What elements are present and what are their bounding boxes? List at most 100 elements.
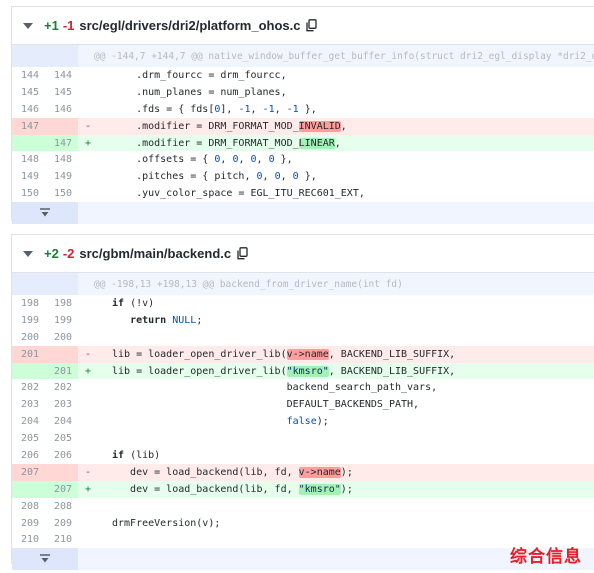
old-line-number[interactable]: 148 <box>12 151 45 168</box>
hunk-text: @@ -198,13 +198,13 @@ backend_from_drive… <box>94 278 403 290</box>
code-token: .num_planes = num_planes, <box>112 86 287 98</box>
file-header: +1 -1 src/egl/drivers/dri2/platform_ohos… <box>12 7 594 45</box>
new-line-number[interactable]: 210 <box>45 531 78 548</box>
old-line-number[interactable]: 146 <box>12 101 45 118</box>
old-line-number[interactable]: 208 <box>12 498 45 515</box>
new-line-number[interactable]: 198 <box>45 295 78 312</box>
old-line-number[interactable] <box>12 134 45 152</box>
hunk-header: @@ -198,13 +198,13 @@ backend_from_drive… <box>12 273 594 295</box>
new-line-number[interactable]: 204 <box>45 413 78 430</box>
diff-lines: 144 144 .drm_fourcc = drm_fourcc, 145 145 .… <box>12 67 594 202</box>
new-line-number[interactable]: 147 <box>45 134 78 152</box>
code-text: .fds = { fds[0], -1, -1, -1 }, <box>98 101 594 118</box>
diff-body: @@ -144,7 +144,7 @@ native_window_buffer… <box>12 45 594 225</box>
code-token: , <box>274 103 287 115</box>
expand-row <box>12 202 594 225</box>
old-line-number[interactable]: 206 <box>12 447 45 464</box>
new-line-number[interactable]: 203 <box>45 396 78 413</box>
new-line-number[interactable]: 208 <box>45 498 78 515</box>
line-marker <box>78 515 98 532</box>
old-line-number[interactable] <box>12 362 45 380</box>
expand-down-button[interactable] <box>12 548 78 571</box>
old-line-number[interactable]: 202 <box>12 379 45 396</box>
new-line-number[interactable]: 207 <box>45 480 78 498</box>
code-text: .pitches = { pitch, 0, 0, 0 }, <box>98 168 594 185</box>
old-line-number[interactable]: 199 <box>12 312 45 329</box>
old-line-number[interactable]: 144 <box>12 67 45 84</box>
code-text: .modifier = DRM_FORMAT_MOD_ LINEAR, <box>98 135 594 152</box>
new-line-number[interactable]: 148 <box>45 151 78 168</box>
line-marker <box>78 312 98 329</box>
new-line-number[interactable]: 206 <box>45 447 78 464</box>
code-token: .yuv_color_space = EGL_ITU_REC601_EXT, <box>112 188 365 200</box>
gutter <box>12 45 45 67</box>
old-line-number[interactable]: 150 <box>12 185 45 202</box>
plus-sign: + <box>84 365 92 377</box>
chevron-down-icon[interactable] <box>22 20 34 32</box>
old-line-number[interactable]: 204 <box>12 413 45 430</box>
code-token: .pitches = { pitch, <box>112 171 257 183</box>
file-path[interactable]: src/gbm/main/backend.c <box>79 246 231 261</box>
expand-down-button[interactable] <box>12 202 78 225</box>
context-line: 204 204 false); <box>12 413 594 430</box>
old-line-number[interactable]: 200 <box>12 329 45 346</box>
old-line-number[interactable]: 210 <box>12 531 45 548</box>
new-line-number[interactable] <box>45 463 78 481</box>
file-path[interactable]: src/egl/drivers/dri2/platform_ohos.c <box>79 18 300 33</box>
old-line-number[interactable]: 145 <box>12 84 45 101</box>
code-token: lib = loader_open_driver_lib( <box>112 348 287 360</box>
code-token: LINEAR <box>298 137 335 149</box>
code-token: backend_search_path_vars, <box>112 382 438 394</box>
line-marker <box>78 413 98 430</box>
old-line-number[interactable]: 209 <box>12 515 45 532</box>
old-line-number[interactable]: 201 <box>12 345 45 363</box>
new-line-number[interactable]: 205 <box>45 430 78 447</box>
new-line-number[interactable] <box>45 117 78 135</box>
context-line: 199 199 return NULL; <box>12 312 594 329</box>
deletions-count: -2 <box>62 246 75 261</box>
code-token: dev = load_backend(lib, fd, <box>112 483 299 495</box>
new-line-number[interactable]: 149 <box>45 168 78 185</box>
new-line-number[interactable]: 144 <box>45 67 78 84</box>
new-line-number[interactable]: 201 <box>45 362 78 380</box>
old-line-number[interactable]: 147 <box>12 117 45 135</box>
code-token: v->name <box>286 348 329 360</box>
new-line-number[interactable]: 146 <box>45 101 78 118</box>
old-line-number[interactable]: 198 <box>12 295 45 312</box>
old-line-number[interactable] <box>12 480 45 498</box>
code-text: .num_planes = num_planes, <box>98 84 594 101</box>
new-line-number[interactable]: 199 <box>45 312 78 329</box>
code-token: .modifier = DRM_FORMAT_MOD_ <box>112 120 299 132</box>
plus-sign: + <box>84 483 92 495</box>
line-marker <box>78 295 98 312</box>
copy-icon[interactable] <box>304 19 318 33</box>
context-line: 149 149 .pitches = { pitch, 0, 0, 0 }, <box>12 168 594 185</box>
new-line-number[interactable]: 202 <box>45 379 78 396</box>
copy-icon[interactable] <box>235 247 249 261</box>
new-line-number[interactable]: 145 <box>45 84 78 101</box>
code-token: "kmsro" <box>286 365 329 377</box>
code-token: ], <box>220 103 239 115</box>
old-line-number[interactable]: 149 <box>12 168 45 185</box>
code-token: , <box>238 154 251 166</box>
old-line-number[interactable]: 207 <box>12 463 45 481</box>
code-token: ); <box>340 483 353 495</box>
context-line: 200 200 <box>12 329 594 346</box>
gutter <box>45 45 78 67</box>
chevron-down-icon[interactable] <box>22 248 34 260</box>
deletions-count: -1 <box>62 18 75 33</box>
old-line-number[interactable]: 203 <box>12 396 45 413</box>
code-token: , <box>250 103 263 115</box>
new-line-number[interactable]: 209 <box>45 515 78 532</box>
additions-count: +1 <box>44 18 59 33</box>
new-line-number[interactable]: 200 <box>45 329 78 346</box>
new-line-number[interactable]: 150 <box>45 185 78 202</box>
context-line: 210 210 <box>12 531 594 548</box>
context-line: 203 203 DEFAULT_BACKENDS_PATH, <box>12 396 594 413</box>
context-line: 198 198 if (!v) <box>12 295 594 312</box>
old-line-number[interactable]: 205 <box>12 430 45 447</box>
new-line-number[interactable] <box>45 345 78 363</box>
context-line: 146 146 .fds = { fds[0], -1, -1, -1 }, <box>12 101 594 118</box>
